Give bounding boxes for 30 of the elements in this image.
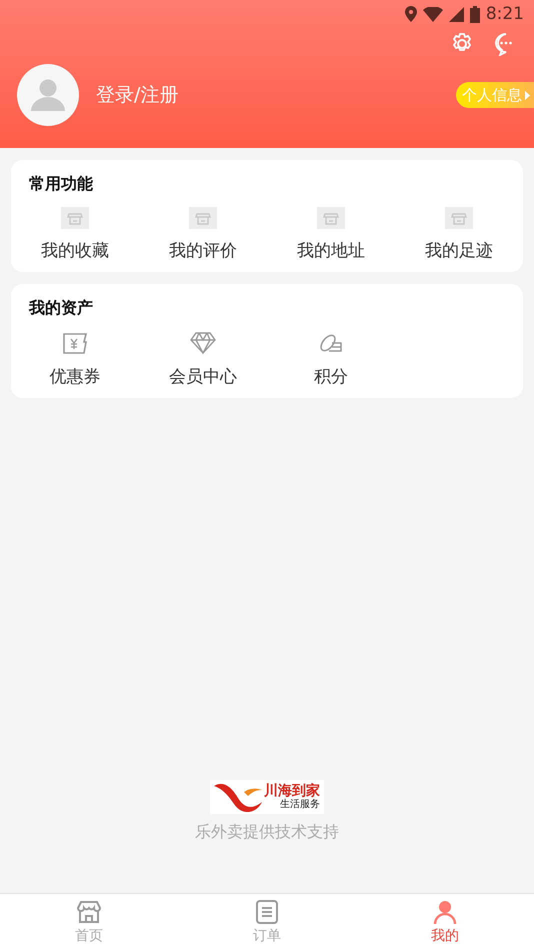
section-title: 常用功能 xyxy=(28,174,94,195)
shop-icon xyxy=(61,207,89,229)
shop-icon xyxy=(189,207,217,229)
menu-item-label[interactable]: 积分 xyxy=(314,365,348,388)
menu-item-label[interactable]: 我的足迹 xyxy=(425,239,493,262)
coupon-icon xyxy=(61,331,89,355)
person-icon xyxy=(432,899,458,925)
clipboard-icon xyxy=(254,899,280,925)
section-title: 我的资产 xyxy=(28,298,94,319)
wifi-icon xyxy=(422,6,443,22)
shop-icon xyxy=(317,207,345,229)
ribbon-icon xyxy=(214,782,262,812)
menu-item-label[interactable]: 会员中心 xyxy=(169,365,237,388)
battery-icon xyxy=(470,6,480,22)
menu-item-label[interactable]: 优惠券 xyxy=(50,365,100,388)
menu-item-label[interactable]: 我的评价 xyxy=(169,239,237,262)
menu-item-label[interactable]: 我的收藏 xyxy=(41,239,109,262)
shop-icon xyxy=(445,207,473,229)
person-icon xyxy=(31,79,65,111)
store-icon xyxy=(76,899,102,925)
menu-item-label[interactable]: 我的地址 xyxy=(297,239,365,262)
signal-icon xyxy=(448,6,464,22)
caret-icon xyxy=(525,90,530,100)
logo-title: 川海到家 xyxy=(264,784,320,799)
diamond-icon xyxy=(189,331,217,355)
location-icon xyxy=(404,6,417,22)
support-text: 乐外卖提供技术支持 xyxy=(195,822,339,843)
logo-subtitle: 生活服务 xyxy=(280,799,320,810)
status-time: 8:21 xyxy=(486,4,524,24)
tab[interactable]: 我的 xyxy=(356,894,534,950)
